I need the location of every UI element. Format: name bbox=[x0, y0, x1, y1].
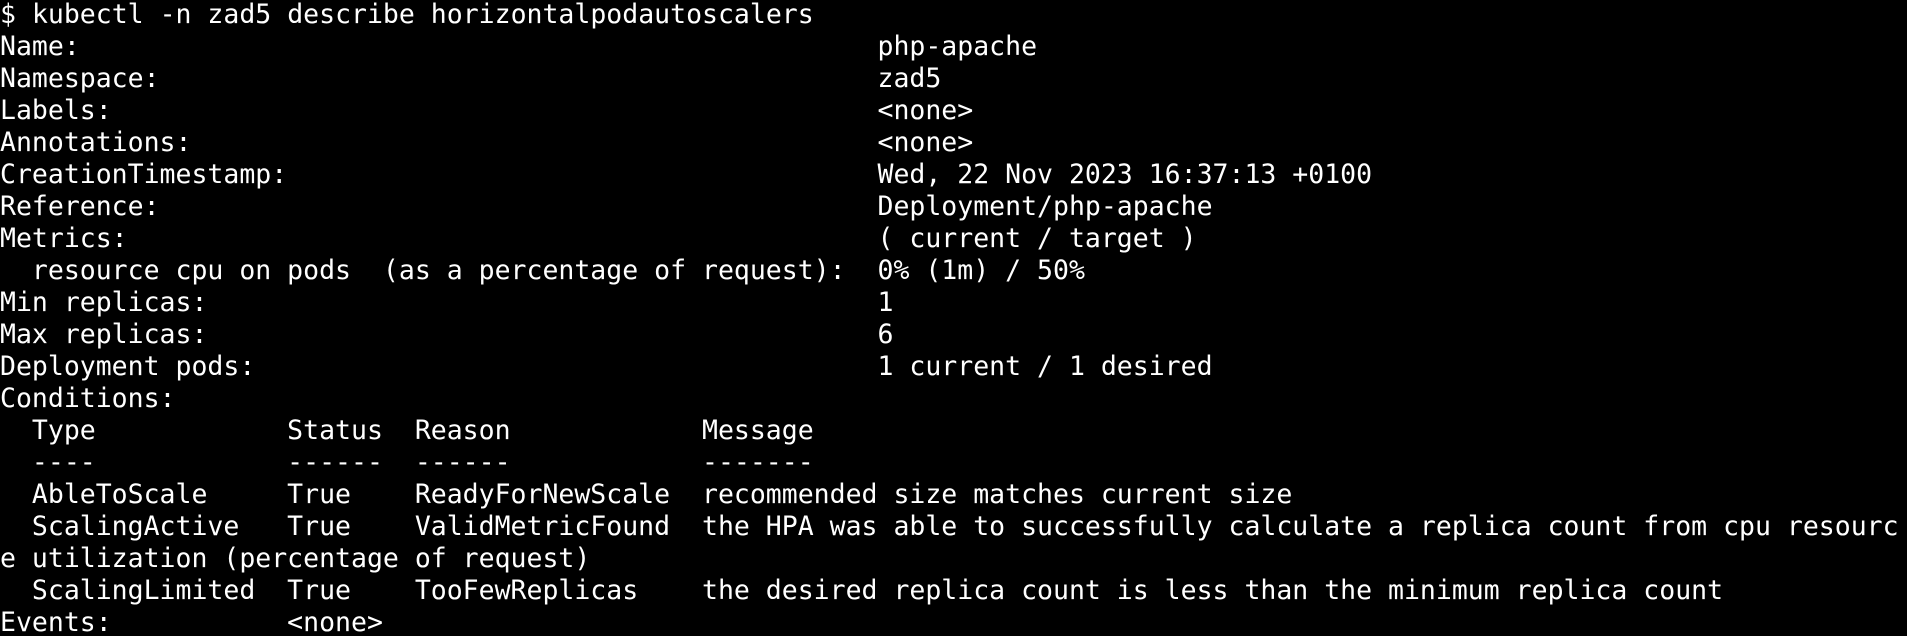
output-line: resource cpu on pods (as a percentage of… bbox=[0, 255, 1085, 286]
output-line: Max replicas: 6 bbox=[0, 319, 894, 350]
output-line: CreationTimestamp: Wed, 22 Nov 2023 16:3… bbox=[0, 159, 1373, 190]
terminal-output: $ kubectl -n zad5 describe horizontalpod… bbox=[0, 0, 1907, 636]
output-line: Labels: <none> bbox=[0, 95, 974, 126]
command-line: kubectl -n zad5 describe horizontalpodau… bbox=[31, 0, 814, 30]
prompt-symbol: $ bbox=[0, 0, 16, 30]
output-line: Name: php-apache bbox=[0, 31, 1038, 62]
conditions-table-separator: ---- ------ ------ ------- bbox=[0, 447, 814, 478]
output-line: Metrics: ( current / target ) bbox=[0, 223, 1197, 254]
output-line: Namespace: zad5 bbox=[0, 63, 942, 94]
output-line: Deployment pods: 1 current / 1 desired bbox=[0, 351, 1213, 382]
output-line: Conditions: bbox=[0, 383, 176, 414]
output-line: Events: <none> bbox=[0, 607, 383, 636]
output-line: Annotations: <none> bbox=[0, 127, 974, 158]
output-line: Reference: Deployment/php-apache bbox=[0, 191, 1213, 222]
conditions-table-row: ScalingLimited True TooFewReplicas the d… bbox=[0, 575, 1724, 606]
output-line: Min replicas: 1 bbox=[0, 287, 894, 318]
conditions-table-row: AbleToScale True ReadyForNewScale recomm… bbox=[0, 479, 1293, 510]
conditions-table-row-wrap: e utilization (percentage of request) bbox=[0, 543, 591, 574]
conditions-table-row: ScalingActive True ValidMetricFound the … bbox=[0, 511, 1899, 542]
conditions-table-header: Type Status Reason Message bbox=[0, 415, 814, 446]
terminal-window[interactable]: $ kubectl -n zad5 describe horizontalpod… bbox=[0, 0, 1907, 636]
